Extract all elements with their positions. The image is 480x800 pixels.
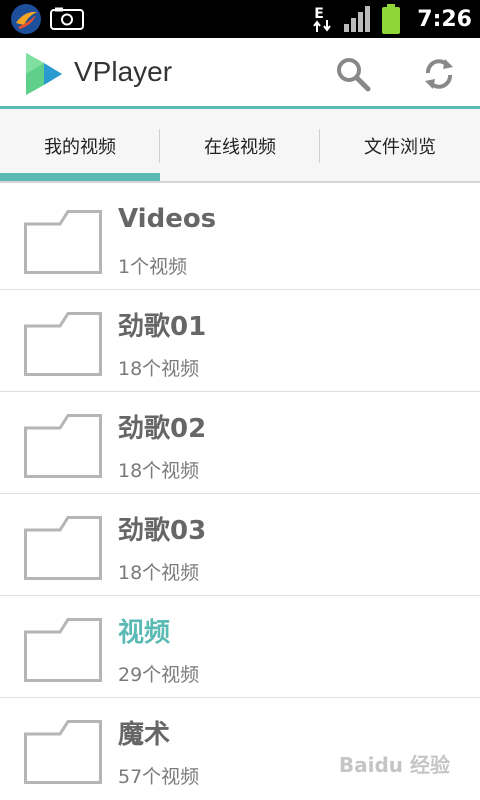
folder-icon: [24, 414, 102, 478]
folder-title: 视频: [118, 618, 171, 648]
folder-video-count: 18个视频: [118, 562, 200, 584]
folder-title: Videos: [118, 204, 217, 234]
search-icon[interactable]: [334, 55, 372, 93]
folder-icon: [24, 312, 102, 376]
folder-title: 劲歌01: [118, 312, 207, 342]
clock-time: 7:26: [417, 6, 472, 32]
folder-row[interactable]: 劲歌02 18个视频: [0, 392, 480, 494]
folder-row[interactable]: 劲歌01 18个视频: [0, 290, 480, 392]
tab-bar-divider: [0, 181, 480, 183]
selected-tab-indicator: [0, 173, 160, 181]
tab-online-videos[interactable]: 在线视频: [160, 109, 320, 183]
folder-row-highlighted[interactable]: 视频 29个视频: [0, 596, 480, 698]
tab-label: 在线视频: [204, 137, 276, 158]
folder-video-count: 29个视频: [118, 664, 200, 686]
refresh-icon[interactable]: [420, 55, 458, 93]
folder-title: 劲歌03: [118, 516, 207, 546]
tab-file-browser[interactable]: 文件浏览: [320, 109, 480, 183]
folder-row[interactable]: Videos 1个视频: [0, 188, 480, 290]
folder-icon: [24, 720, 102, 784]
app-title: VPlayer: [74, 56, 173, 87]
folder-video-count: 18个视频: [118, 358, 200, 380]
folder-title: 劲歌02: [118, 414, 207, 444]
app-bar: VPlayer: [0, 38, 480, 108]
battery-icon: [382, 4, 401, 34]
signal-icon: [344, 6, 371, 32]
folder-row[interactable]: 劲歌03 18个视频: [0, 494, 480, 596]
folder-title: 魔术: [118, 720, 171, 750]
tab-label: 我的视频: [44, 137, 116, 158]
camera-icon: [50, 7, 84, 30]
status-bar: E 7:26: [0, 0, 480, 38]
vplayer-logo-icon: [26, 53, 62, 95]
tab-label: 文件浏览: [364, 137, 436, 158]
tab-bar: 我的视频 在线视频 文件浏览: [0, 109, 480, 183]
tab-my-videos[interactable]: 我的视频: [0, 109, 160, 183]
folder-video-count: 1个视频: [118, 256, 188, 278]
folder-icon: [24, 210, 102, 274]
folder-video-count: 57个视频: [118, 766, 200, 788]
folder-list[interactable]: Videos 1个视频 劲歌01 18个视频 劲歌02 18个视频 劲歌03 1…: [0, 188, 480, 800]
folder-icon: [24, 516, 102, 580]
folder-icon: [24, 618, 102, 682]
watermark: Baidu 经验: [338, 753, 450, 777]
app-icon: [11, 4, 41, 34]
folder-video-count: 18个视频: [118, 460, 200, 482]
data-network-icon: E: [311, 4, 333, 34]
